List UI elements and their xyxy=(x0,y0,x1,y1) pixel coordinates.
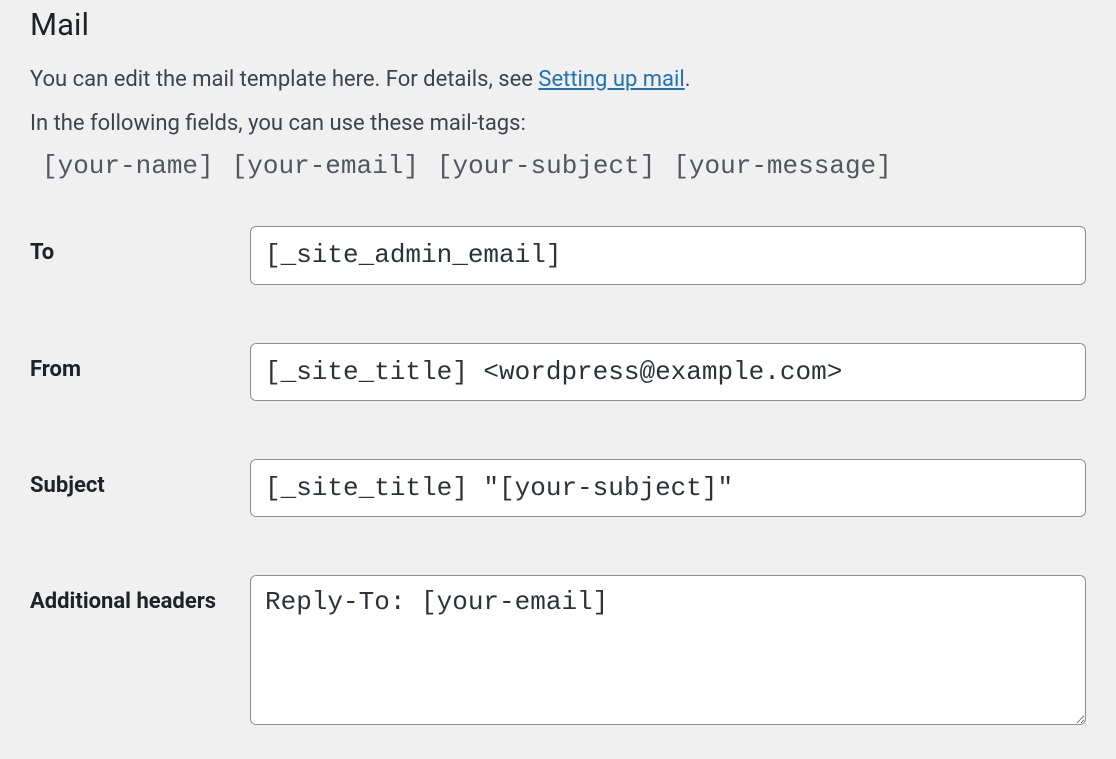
to-input[interactable] xyxy=(250,226,1086,284)
subject-label: Subject xyxy=(30,459,250,503)
to-label: To xyxy=(30,226,250,270)
mail-tag-your-email: [your-email] xyxy=(232,151,419,181)
additional-headers-label: Additional headers xyxy=(30,575,250,619)
mail-tags-list: [your-name] [your-email] [your-subject] [yo… xyxy=(42,151,1086,181)
mail-tag-your-name: [your-name] xyxy=(42,151,214,181)
setting-up-mail-link[interactable]: Setting up mail xyxy=(538,67,684,92)
mail-intro-line1: You can edit the mail template here. For… xyxy=(30,63,1086,97)
mail-tag-your-subject: [your-subject] xyxy=(437,151,655,181)
additional-headers-textarea[interactable] xyxy=(250,575,1086,725)
mail-tag-your-message: [your-message] xyxy=(673,151,891,181)
subject-input[interactable] xyxy=(250,459,1086,517)
mail-intro-line2: In the following fields, you can use the… xyxy=(30,107,1086,141)
from-label: From xyxy=(30,343,250,387)
mail-section-title: Mail xyxy=(30,6,1086,43)
from-input[interactable] xyxy=(250,343,1086,401)
intro-text-post: . xyxy=(685,67,691,92)
intro-text-pre: You can edit the mail template here. For… xyxy=(30,67,538,92)
